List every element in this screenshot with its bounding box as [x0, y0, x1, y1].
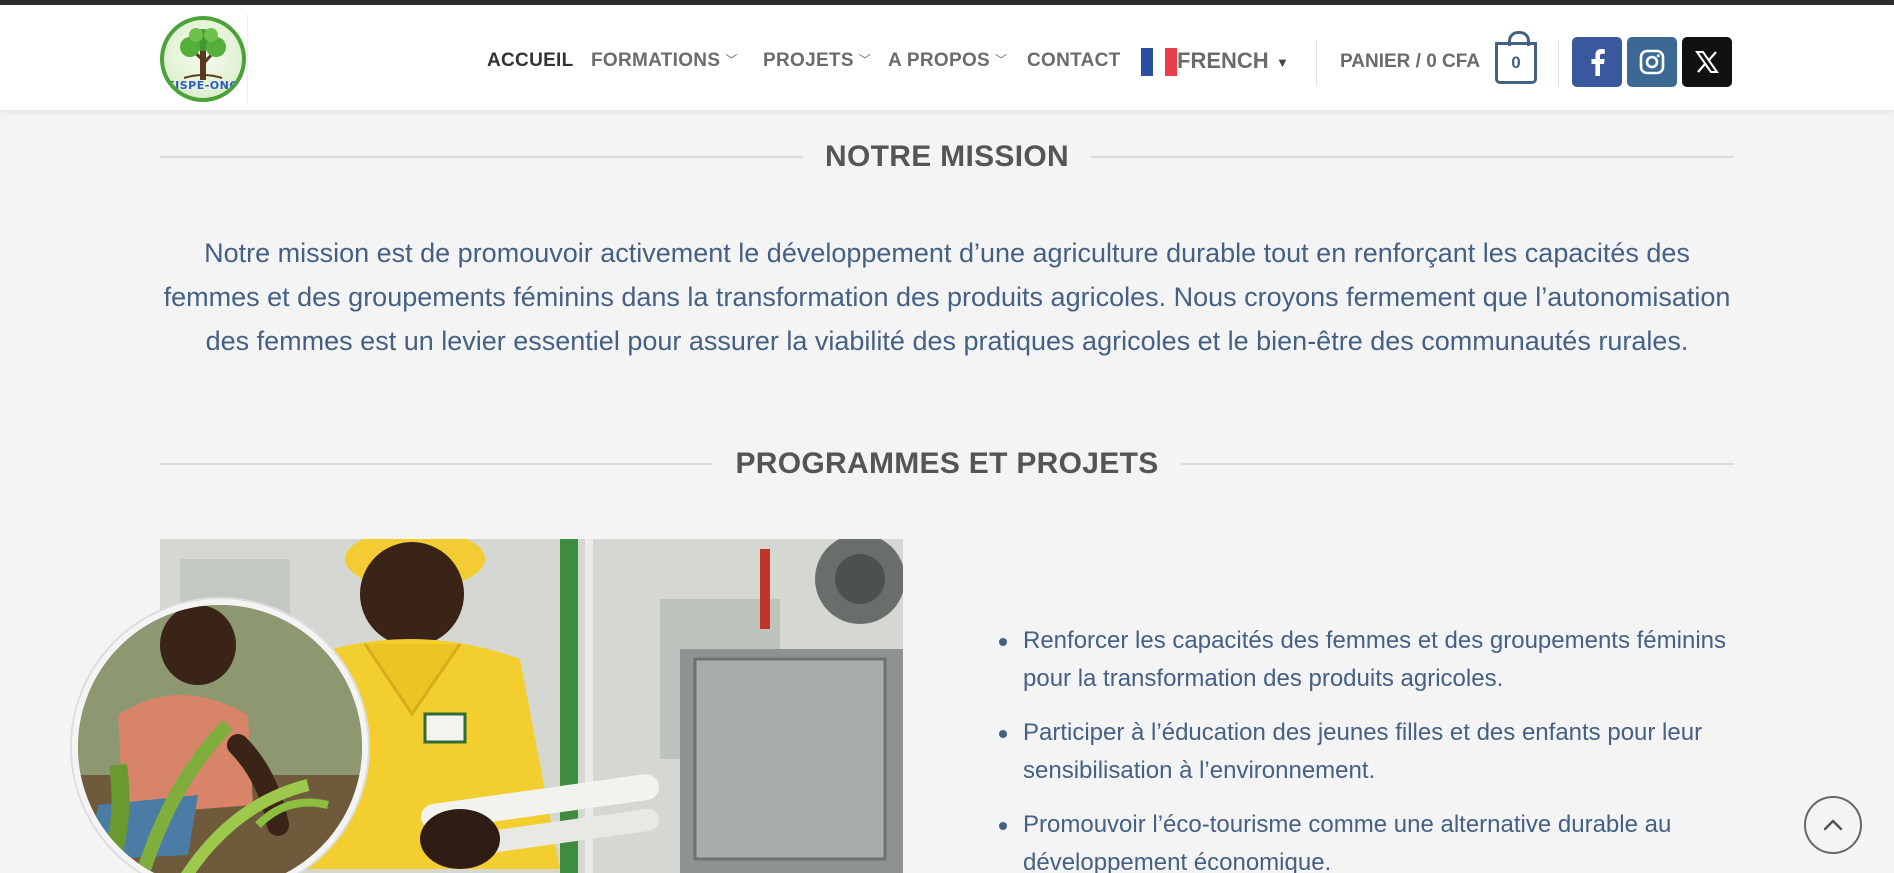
mission-heading: NOTRE MISSION	[825, 140, 1069, 173]
french-flag-icon[interactable]	[1141, 48, 1177, 76]
cart-link[interactable]: PANIER / 0 CFA	[1340, 51, 1480, 73]
list-item: Promouvoir l’éco-tourisme comme une alte…	[995, 806, 1735, 873]
nav-formations[interactable]: FORMATIONS ﹀	[591, 50, 738, 74]
mission-text: Notre mission est de promouvoir activeme…	[163, 238, 1731, 356]
nav-label: PROJETS	[763, 50, 854, 71]
instagram-button[interactable]	[1627, 37, 1677, 87]
cart-bag-icon[interactable]: 0	[1495, 31, 1537, 84]
nav-label: ACCUEIL	[487, 50, 574, 71]
nav-label: CONTACT	[1027, 50, 1121, 71]
nav-contact[interactable]: CONTACT	[1027, 50, 1121, 74]
x-twitter-button[interactable]	[1682, 37, 1732, 87]
x-twitter-icon	[1695, 51, 1719, 73]
programmes-list: Renforcer les capacités des femmes et de…	[995, 622, 1735, 873]
chevron-up-icon	[1823, 819, 1843, 831]
chevron-down-icon: ﹀	[858, 53, 872, 67]
caret-down-icon[interactable]: ▼	[1276, 55, 1289, 70]
nav-accueil[interactable]: ACCUEIL	[487, 50, 574, 74]
child-scene	[78, 605, 362, 873]
heading-rule	[160, 156, 804, 158]
logo-text: FJSPE-ONG	[167, 79, 239, 92]
header-divider	[1316, 40, 1317, 86]
cart-count: 0	[1511, 53, 1521, 72]
back-to-top-button[interactable]	[1804, 796, 1862, 854]
chevron-down-icon: ﹀	[725, 53, 738, 67]
programmes-heading: PROGRAMMES ET PROJETS	[735, 447, 1159, 480]
mission-heading-row: NOTRE MISSION	[160, 137, 1735, 177]
nav-label: A PROPOS	[888, 50, 990, 71]
heading-rule	[1180, 463, 1734, 465]
heading-rule	[160, 463, 714, 465]
nav-projets[interactable]: PROJETS ﹀	[763, 50, 871, 74]
language-selector[interactable]: FRENCH	[1177, 48, 1269, 74]
facebook-icon	[1591, 49, 1605, 76]
site-header: FJSPE-ONG ACCUEIL FORMATIONS ﹀ PROJETS ﹀ A…	[0, 5, 1894, 110]
heading-rule	[1090, 156, 1735, 158]
instagram-icon	[1639, 49, 1665, 75]
list-item: Renforcer les capacités des femmes et de…	[995, 622, 1735, 698]
list-item: Participer à l’éducation des jeunes fill…	[995, 714, 1735, 790]
nav-a-propos[interactable]: A PROPOS ﹀	[888, 50, 1007, 74]
site-logo[interactable]: FJSPE-ONG	[158, 14, 248, 104]
nav-label: FORMATIONS	[591, 50, 721, 71]
facebook-button[interactable]	[1572, 37, 1622, 87]
chevron-down-icon: ﹀	[995, 53, 1008, 67]
header-divider	[1558, 40, 1559, 86]
logo-emblem: FJSPE-ONG	[160, 16, 246, 102]
programmes-heading-row: PROGRAMMES ET PROJETS	[160, 444, 1734, 484]
